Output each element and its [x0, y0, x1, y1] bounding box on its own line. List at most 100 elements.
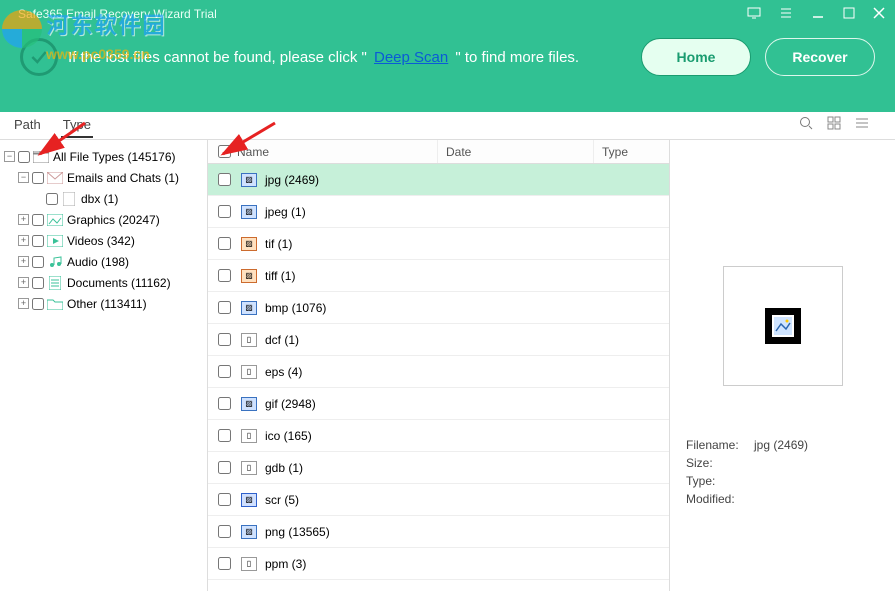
collapse-icon[interactable]: − [18, 172, 29, 183]
tree-checkbox[interactable] [18, 151, 30, 163]
deep-scan-link[interactable]: Deep Scan [374, 49, 448, 66]
column-name[interactable]: Name [208, 140, 438, 163]
column-date[interactable]: Date [438, 140, 594, 163]
mail-icon [47, 171, 63, 185]
tab-type[interactable]: Type [61, 113, 93, 138]
row-checkbox[interactable] [218, 173, 231, 186]
column-type[interactable]: Type [594, 140, 669, 163]
collapse-icon[interactable]: − [4, 151, 15, 162]
msg-after: " to find more files. [451, 49, 579, 66]
list-item[interactable]: ▯ico (165) [208, 420, 669, 452]
tree-label: Videos (342) [67, 234, 135, 248]
file-metadata: Filename:jpg (2469) Size: Type: Modified… [686, 436, 879, 508]
tree-emails[interactable]: − Emails and Chats (1) [4, 167, 203, 188]
grid-view-icon[interactable] [827, 116, 841, 135]
list-item[interactable]: ▯ppm (3) [208, 548, 669, 580]
tree-checkbox[interactable] [32, 235, 44, 247]
row-checkbox[interactable] [218, 461, 231, 474]
image-file-icon: ▨ [241, 173, 257, 187]
list-item[interactable]: ▯gdb (1) [208, 452, 669, 484]
row-checkbox[interactable] [218, 269, 231, 282]
file-name: gif (2948) [265, 397, 316, 411]
video-icon [47, 234, 63, 248]
tree-label: dbx (1) [81, 192, 118, 206]
image-file-icon: ▨ [241, 269, 257, 283]
tree-audio[interactable]: + Audio (198) [4, 251, 203, 272]
recover-button[interactable]: Recover [765, 38, 875, 76]
list-item[interactable]: ▨jpeg (1) [208, 196, 669, 228]
row-checkbox[interactable] [218, 365, 231, 378]
list-item[interactable]: ▨ png (13565) [208, 516, 669, 548]
file-name: scr (5) [265, 493, 299, 507]
monitor-icon[interactable] [747, 6, 761, 23]
tree-dbx[interactable]: dbx (1) [4, 188, 203, 209]
file-name: bmp (1076) [265, 301, 326, 315]
tree-label: Other (113411) [67, 297, 147, 311]
preview-panel: Filename:jpg (2469) Size: Type: Modified… [670, 140, 895, 591]
list-item[interactable]: ▨tif (1) [208, 228, 669, 260]
expand-icon[interactable]: + [18, 277, 29, 288]
tree-checkbox[interactable] [32, 298, 44, 310]
search-icon[interactable] [799, 116, 813, 135]
tree-videos[interactable]: + Videos (342) [4, 230, 203, 251]
document-icon [47, 276, 63, 290]
file-name: ppm (3) [265, 557, 306, 571]
select-all-checkbox[interactable] [218, 145, 231, 158]
row-checkbox[interactable] [218, 557, 231, 570]
home-button[interactable]: Home [641, 38, 751, 76]
tree-root[interactable]: − All File Types (145176) [4, 146, 203, 167]
list-item[interactable]: ▨tiff (1) [208, 260, 669, 292]
row-checkbox[interactable] [218, 493, 231, 506]
app-title: Safe365 Email Recovery Wizard Trial [18, 7, 217, 21]
row-checkbox[interactable] [218, 301, 231, 314]
row-checkbox[interactable] [218, 205, 231, 218]
close-icon[interactable] [873, 6, 885, 22]
file-name: tif (1) [265, 237, 292, 251]
list-item[interactable]: ▨scr (5) [208, 484, 669, 516]
minimize-icon[interactable] [811, 6, 825, 23]
row-checkbox[interactable] [218, 429, 231, 442]
row-checkbox[interactable] [218, 237, 231, 250]
list-item[interactable]: ▨bmp (1076) [208, 292, 669, 324]
scan-message: If the lost files cannot be found, pleas… [68, 49, 579, 66]
list-header: Name Date Type [208, 140, 669, 164]
tree-label: Graphics (20247) [67, 213, 160, 227]
tree-checkbox[interactable] [32, 214, 44, 226]
tree-documents[interactable]: + Documents (11162) [4, 272, 203, 293]
file-name: png (13565) [265, 525, 330, 539]
row-checkbox[interactable] [218, 525, 231, 538]
list-view-icon[interactable] [855, 116, 869, 135]
expand-icon[interactable]: + [18, 214, 29, 225]
image-file-icon: ▨ [241, 525, 257, 539]
tree-label: All File Types (145176) [53, 150, 176, 164]
row-checkbox[interactable] [218, 333, 231, 346]
row-checkbox[interactable] [218, 397, 231, 410]
tree-other[interactable]: + Other (113411) [4, 293, 203, 314]
tree-label: Emails and Chats (1) [67, 171, 179, 185]
meta-size-label: Size: [686, 454, 754, 472]
tree-checkbox[interactable] [32, 172, 44, 184]
list-item[interactable]: ▯eps (4) [208, 356, 669, 388]
tree-checkbox[interactable] [32, 256, 44, 268]
list-item[interactable]: ▨gif (2948) [208, 388, 669, 420]
list-item[interactable]: ▨jpg (2469) [208, 164, 669, 196]
expand-icon[interactable]: + [18, 235, 29, 246]
menu-icon[interactable] [779, 6, 793, 23]
tree-graphics[interactable]: + Graphics (20247) [4, 209, 203, 230]
content-area: − All File Types (145176) − Emails and C… [0, 140, 895, 591]
maximize-icon[interactable] [843, 6, 855, 22]
expand-icon[interactable]: + [18, 298, 29, 309]
audio-icon [47, 255, 63, 269]
toolbar: Path Type [0, 112, 895, 140]
list-item[interactable]: ▯dcf (1) [208, 324, 669, 356]
tree-checkbox[interactable] [32, 277, 44, 289]
folder-icon [47, 297, 63, 311]
title-bar: Safe365 Email Recovery Wizard Trial [0, 0, 895, 28]
tab-path[interactable]: Path [12, 113, 43, 138]
preview-thumbnail [723, 266, 843, 386]
list-body: ▨jpg (2469) ▨jpeg (1) ▨tif (1) ▨tiff (1)… [208, 164, 669, 591]
tree-checkbox[interactable] [46, 193, 58, 205]
expand-icon[interactable]: + [18, 256, 29, 267]
msg-before: If the lost files cannot be found, pleas… [68, 49, 371, 66]
file-icon: ▯ [241, 333, 257, 347]
